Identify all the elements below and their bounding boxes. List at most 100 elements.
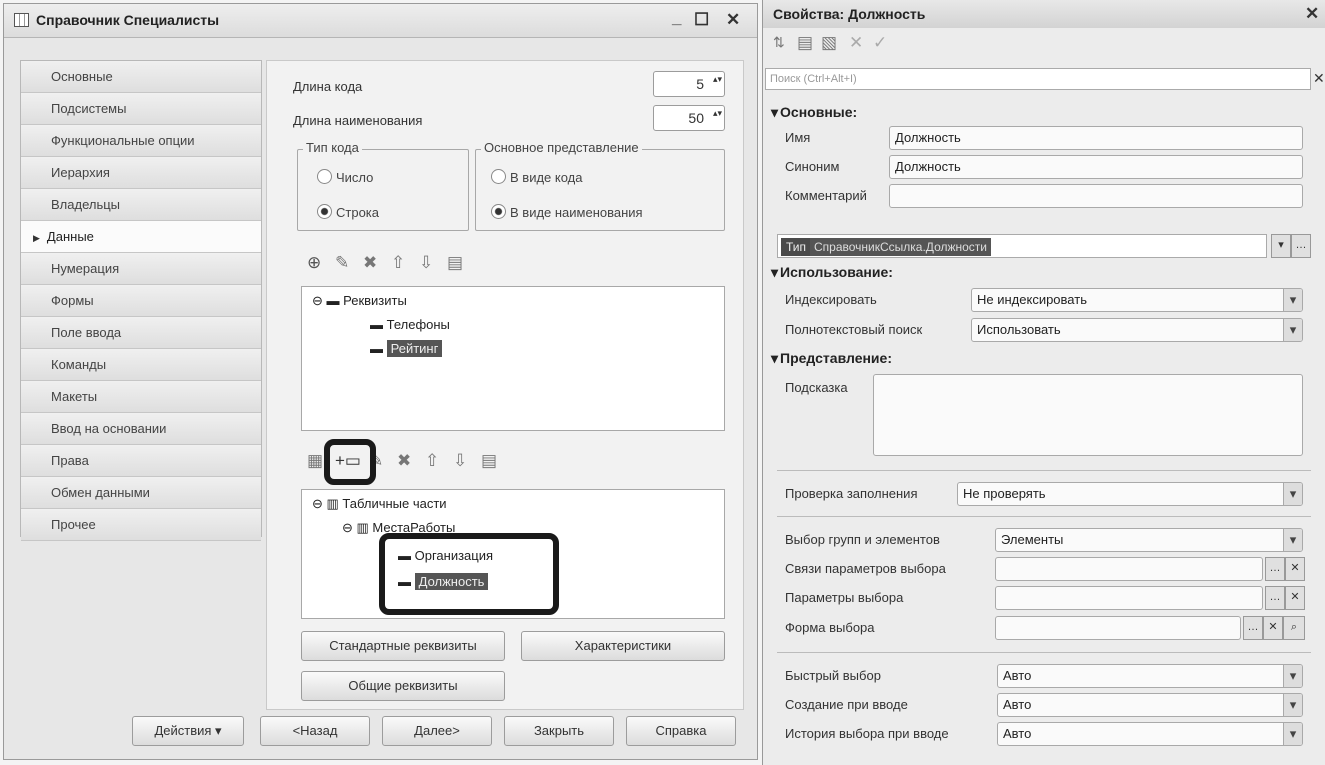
tabular-root[interactable]: ⊖ ▥ Табличные части bbox=[312, 496, 447, 512]
choice-form-search-icon[interactable]: ⌕ bbox=[1283, 616, 1305, 640]
presentation-code-radio[interactable]: В виде кода bbox=[491, 169, 582, 185]
window-title-bar[interactable]: Справочник Специалисты _ ☐ ✕ bbox=[4, 4, 757, 38]
tab-input-based[interactable]: Ввод на основании bbox=[21, 413, 261, 445]
move-up-icon[interactable]: ⇧ bbox=[425, 451, 439, 471]
name-length-stepper[interactable]: 50 bbox=[653, 105, 725, 131]
tab-owners[interactable]: Владельцы bbox=[21, 189, 261, 221]
choice-links-label: Связи параметров выбора bbox=[785, 561, 946, 576]
tree-item[interactable]: ▬ Телефоны bbox=[370, 317, 450, 332]
standard-attributes-button[interactable]: Стандартные реквизиты bbox=[301, 631, 505, 661]
choice-links-select-button[interactable]: … bbox=[1265, 557, 1285, 581]
tab-input-field[interactable]: Поле ввода bbox=[21, 317, 261, 349]
tab-subsystems[interactable]: Подсистемы bbox=[21, 93, 261, 125]
clear-icon[interactable]: ✕ bbox=[849, 33, 863, 53]
common-attributes-button[interactable]: Общие реквизиты bbox=[301, 671, 505, 701]
next-button[interactable]: Далее> bbox=[382, 716, 492, 746]
tab-commands[interactable]: Команды bbox=[21, 349, 261, 381]
section-usage[interactable]: Использование: bbox=[771, 264, 893, 281]
actions-button[interactable]: Действия ▾ bbox=[132, 716, 244, 746]
properties-title-bar[interactable]: Свойства: Должность ✕ bbox=[763, 0, 1325, 28]
index-select[interactable]: Не индексировать bbox=[971, 288, 1303, 312]
group-select-select[interactable]: Элементы bbox=[995, 528, 1303, 552]
catalog-editor-window: Справочник Специалисты _ ☐ ✕ Основные По… bbox=[3, 3, 758, 760]
fulltext-select[interactable]: Использовать bbox=[971, 318, 1303, 342]
close-icon[interactable]: ✕ bbox=[1305, 4, 1319, 24]
choice-params-field[interactable] bbox=[995, 586, 1263, 610]
choice-links-field[interactable] bbox=[995, 557, 1263, 581]
close-icon[interactable]: ✕ bbox=[726, 10, 740, 30]
quick-choice-select[interactable]: Авто bbox=[997, 664, 1303, 688]
type-select-button[interactable]: … bbox=[1291, 234, 1311, 258]
tab-hierarchy[interactable]: Иерархия bbox=[21, 157, 261, 189]
section-main[interactable]: Основные: bbox=[771, 104, 857, 121]
code-type-string-radio[interactable]: Строка bbox=[317, 204, 379, 220]
quick-choice-label: Быстрый выбор bbox=[785, 668, 881, 683]
choice-params-clear-icon[interactable]: ✕ bbox=[1285, 586, 1305, 610]
tree-item-label: Рейтинг bbox=[386, 340, 443, 357]
attributes-root[interactable]: ⊖ ▬ Реквизиты bbox=[312, 293, 407, 309]
highlight-add-button bbox=[324, 439, 376, 485]
tree-item[interactable]: ▬ Рейтинг bbox=[370, 340, 443, 357]
sort-alpha-icon[interactable]: ⇅ bbox=[773, 34, 785, 51]
delete-icon[interactable]: ✖ bbox=[363, 253, 377, 273]
sort-icon[interactable]: ▤ bbox=[447, 253, 463, 273]
add-tabular-icon[interactable]: ▦ bbox=[307, 451, 323, 471]
sort-icon[interactable]: ▤ bbox=[481, 451, 497, 471]
maximize-button[interactable]: ☐ bbox=[694, 10, 709, 30]
move-down-icon[interactable]: ⇩ bbox=[453, 451, 467, 471]
separator bbox=[777, 470, 1311, 471]
tab-main[interactable]: Основные bbox=[21, 61, 261, 93]
type-label: Тип bbox=[781, 238, 812, 256]
section-presentation[interactable]: Представление: bbox=[771, 350, 892, 367]
tab-data[interactable]: Данные bbox=[21, 221, 261, 253]
search-input[interactable]: Поиск (Ctrl+Alt+I) bbox=[765, 68, 1311, 90]
synonym-label: Синоним bbox=[785, 159, 840, 174]
choice-form-clear-icon[interactable]: ✕ bbox=[1263, 616, 1283, 640]
minimize-button[interactable]: _ bbox=[672, 8, 681, 28]
move-up-icon[interactable]: ⇧ bbox=[391, 253, 405, 273]
tab-other[interactable]: Прочее bbox=[21, 509, 261, 541]
comment-field[interactable] bbox=[889, 184, 1303, 208]
actions-label: Действия bbox=[154, 723, 212, 738]
main-presentation-title: Основное представление bbox=[481, 140, 642, 155]
create-on-input-select[interactable]: Авто bbox=[997, 693, 1303, 717]
synonym-field[interactable]: Должность bbox=[889, 155, 1303, 179]
tab-func-options[interactable]: Функциональные опции bbox=[21, 125, 261, 157]
properties-window: Свойства: Должность ✕ ⇅ ▤ ▧ ✕ ✓ Поиск (C… bbox=[762, 0, 1325, 765]
choice-params-select-button[interactable]: … bbox=[1265, 586, 1285, 610]
tab-numbering[interactable]: Нумерация bbox=[21, 253, 261, 285]
apply-icon[interactable]: ✓ bbox=[873, 33, 887, 53]
presentation-name-radio[interactable]: В виде наименования bbox=[491, 204, 643, 220]
fill-check-select[interactable]: Не проверять bbox=[957, 482, 1303, 506]
tooltip-field[interactable] bbox=[873, 374, 1303, 456]
categories-icon[interactable]: ▤ bbox=[797, 33, 813, 53]
choice-form-field[interactable] bbox=[995, 616, 1241, 640]
delete-icon[interactable]: ✖ bbox=[397, 451, 411, 471]
code-length-stepper[interactable]: 5 bbox=[653, 71, 725, 97]
history-select[interactable]: Авто bbox=[997, 722, 1303, 746]
back-button[interactable]: <Назад bbox=[260, 716, 370, 746]
separator bbox=[777, 652, 1311, 653]
type-field[interactable]: Тип СправочникСсылка.Должности bbox=[777, 234, 1267, 258]
attributes-tree: ⊖ ▬ Реквизиты ▬ Телефоны ▬ Рейтинг bbox=[301, 286, 725, 431]
edit-icon[interactable]: ✎ bbox=[335, 253, 349, 273]
type-value: СправочникСсылка.Должности bbox=[810, 238, 992, 256]
close-button[interactable]: Закрыть bbox=[504, 716, 614, 746]
move-down-icon[interactable]: ⇩ bbox=[419, 253, 433, 273]
code-type-number-radio[interactable]: Число bbox=[317, 169, 373, 185]
tab-forms[interactable]: Формы bbox=[21, 285, 261, 317]
tab-rights[interactable]: Права bbox=[21, 445, 261, 477]
tab-templates[interactable]: Макеты bbox=[21, 381, 261, 413]
choice-links-clear-icon[interactable]: ✕ bbox=[1285, 557, 1305, 581]
characteristics-button[interactable]: Характеристики bbox=[521, 631, 725, 661]
tab-data-exchange[interactable]: Обмен данными bbox=[21, 477, 261, 509]
type-dropdown-button[interactable]: ▾ bbox=[1271, 234, 1291, 258]
filter-icon[interactable]: ▧ bbox=[821, 33, 837, 53]
help-button[interactable]: Справка bbox=[626, 716, 736, 746]
tabular-root-label: Табличные части bbox=[342, 496, 447, 511]
add-icon[interactable]: ⊕ bbox=[307, 253, 321, 273]
properties-title: Свойства: Должность bbox=[773, 6, 926, 22]
search-clear-icon[interactable]: ✕ bbox=[1313, 70, 1325, 87]
choice-form-select-button[interactable]: … bbox=[1243, 616, 1263, 640]
name-field[interactable]: Должность bbox=[889, 126, 1303, 150]
